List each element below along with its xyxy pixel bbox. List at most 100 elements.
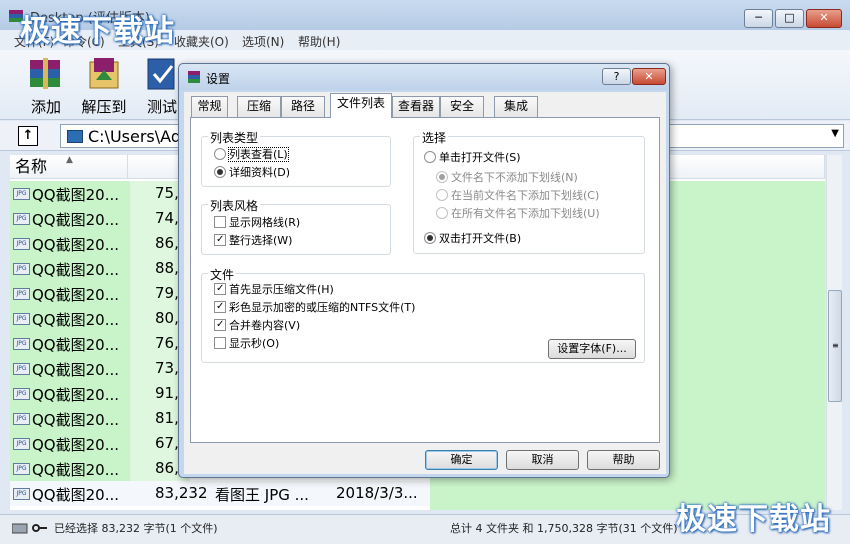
- add-button[interactable]: 添加: [16, 54, 76, 116]
- file-name: QQ截图20...: [32, 211, 120, 229]
- scrollbar-thumb[interactable]: ≡: [828, 290, 842, 402]
- table-row[interactable]: JPG QQ截图20... 83,232 看图王 JPG ... 2018/3/3...: [10, 481, 430, 506]
- extract-to-label: 解压到: [81, 98, 127, 116]
- set-font-button[interactable]: 设置字体(F)...: [548, 339, 636, 359]
- group-list-type-title: 列表类型: [208, 129, 261, 146]
- tab-paths[interactable]: 路径: [281, 96, 325, 117]
- up-folder-icon[interactable]: ↑: [18, 126, 38, 146]
- radio-underline-current-label: 在当前文件名下添加下划线(C): [451, 189, 600, 202]
- file-name: QQ截图20...: [32, 486, 120, 504]
- radio-indicator: [424, 151, 436, 163]
- sort-ascending-icon: ▲: [66, 155, 73, 165]
- menu-help[interactable]: 帮助(H): [298, 33, 340, 50]
- radio-indicator: [436, 207, 448, 219]
- radio-single-click[interactable]: 单击打开文件(S): [424, 151, 521, 167]
- minimize-button[interactable]: ─: [744, 9, 773, 28]
- radio-underline-current[interactable]: 在当前文件名下添加下划线(C): [436, 189, 599, 205]
- group-selection: 选择 单击打开文件(S) 文件名下不添加下划线(N) 在当前文件名下添加下划线(…: [413, 129, 645, 254]
- checkbox-indicator: [214, 337, 226, 349]
- radio-details[interactable]: 详细资料(D): [214, 166, 290, 182]
- tab-security[interactable]: 安全: [440, 96, 484, 117]
- jpg-file-icon: JPG: [13, 238, 30, 250]
- checkbox-indicator: [214, 319, 226, 331]
- cancel-button[interactable]: 取消: [506, 450, 579, 470]
- radio-no-underline-label: 文件名下不添加下划线(N): [451, 171, 578, 184]
- drive-key-icon: [12, 523, 47, 534]
- jpg-file-icon: JPG: [13, 313, 30, 325]
- radio-double-click[interactable]: 双击打开文件(B): [424, 232, 521, 248]
- dialog-close-button[interactable]: ✕: [632, 68, 666, 85]
- radio-indicator: [424, 232, 436, 244]
- checkbox-show-seconds-label: 显示秒(O): [229, 337, 280, 350]
- jpg-file-icon: JPG: [13, 438, 30, 450]
- checkbox-show-grid[interactable]: 显示网格线(R): [214, 216, 300, 232]
- file-name: QQ截图20...: [32, 361, 120, 379]
- tab-general[interactable]: 常规: [191, 96, 228, 117]
- checkbox-color-ntfs[interactable]: 彩色显示加密的或压缩的NTFS文件(T): [214, 301, 415, 317]
- radio-list-view[interactable]: 列表查看(L): [214, 147, 289, 164]
- vertical-scrollbar[interactable]: ≡: [826, 155, 842, 510]
- radio-indicator: [436, 189, 448, 201]
- checkbox-indicator: [214, 216, 226, 228]
- jpg-file-icon: JPG: [13, 213, 30, 225]
- file-name: QQ截图20...: [32, 336, 120, 354]
- jpg-file-icon: JPG: [13, 413, 30, 425]
- maximize-button[interactable]: □: [775, 9, 804, 28]
- file-size: 83,232: [155, 484, 208, 502]
- file-date: 2018/3/3...: [336, 484, 418, 502]
- tab-integration[interactable]: 集成: [494, 96, 538, 117]
- group-selection-title: 选择: [420, 129, 449, 146]
- path-text: C:\Users\Adı: [88, 127, 186, 146]
- file-name: QQ截图20...: [32, 186, 120, 204]
- menu-options[interactable]: 选项(N): [242, 33, 284, 50]
- menu-favorites[interactable]: 收藏夹(O): [174, 33, 229, 50]
- dialog-title: 设置: [206, 72, 231, 86]
- winrar-dialog-icon: [188, 71, 200, 83]
- ok-button[interactable]: 确定: [425, 450, 498, 470]
- radio-list-view-label: 列表查看(L): [228, 147, 289, 162]
- radio-underline-all-label: 在所有文件名下添加下划线(U): [451, 207, 600, 220]
- group-files-title: 文件: [208, 266, 237, 283]
- checkbox-merge-volumes-label: 合并卷内容(V): [229, 319, 301, 332]
- file-name: QQ截图20...: [32, 261, 120, 279]
- checkbox-archives-first[interactable]: 首先显示压缩文件(H): [214, 283, 334, 299]
- file-name: QQ截图20...: [32, 436, 120, 454]
- file-list-tab-panel: 列表类型 列表查看(L) 详细资料(D) 列表风格 显示网格线(R) 整行选择(…: [190, 117, 660, 443]
- checkbox-show-grid-label: 显示网格线(R): [229, 216, 301, 229]
- checkbox-full-row-label: 整行选择(W): [229, 234, 293, 247]
- add-label: 添加: [30, 98, 61, 116]
- jpg-file-icon: JPG: [13, 338, 30, 350]
- jpg-file-icon: JPG: [13, 263, 30, 275]
- tab-file-list[interactable]: 文件列表: [330, 93, 392, 118]
- chevron-down-icon[interactable]: ▼: [831, 128, 839, 139]
- column-name-label: 名称: [15, 157, 48, 176]
- extract-to-button[interactable]: 解压到: [74, 54, 134, 116]
- extract-folder-icon: [89, 58, 119, 89]
- jpg-file-icon: JPG: [13, 488, 30, 500]
- column-header-name[interactable]: 名称 ▲: [10, 155, 128, 179]
- drive-icon: [67, 130, 83, 143]
- checkbox-indicator: [214, 301, 226, 313]
- radio-underline-all[interactable]: 在所有文件名下添加下划线(U): [436, 207, 600, 223]
- checkbox-archives-first-label: 首先显示压缩文件(H): [229, 283, 334, 296]
- help-icon[interactable]: ?: [602, 68, 631, 85]
- dialog-titlebar: 设置 ? ✕: [179, 64, 669, 90]
- checkbox-full-row[interactable]: 整行选择(W): [214, 234, 292, 250]
- radio-no-underline[interactable]: 文件名下不添加下划线(N): [436, 171, 578, 187]
- radio-indicator: [436, 171, 448, 183]
- file-name: QQ截图20...: [32, 411, 120, 429]
- tab-compression[interactable]: 压缩: [237, 96, 281, 117]
- watermark-bottom: 极速下载站: [676, 502, 831, 537]
- file-name: QQ截图20...: [32, 236, 120, 254]
- help-button[interactable]: 帮助: [587, 450, 660, 470]
- radio-indicator: [214, 148, 226, 160]
- tab-viewer[interactable]: 查看器: [392, 96, 440, 117]
- file-name: QQ截图20...: [32, 286, 120, 304]
- checkbox-show-seconds[interactable]: 显示秒(O): [214, 337, 279, 353]
- close-button[interactable]: ✕: [806, 9, 842, 28]
- file-name: QQ截图20...: [32, 386, 120, 404]
- add-archive-icon: [30, 58, 60, 89]
- file-name: QQ截图20...: [32, 461, 120, 479]
- checkbox-merge-volumes[interactable]: 合并卷内容(V): [214, 319, 300, 335]
- radio-details-label: 详细资料(D): [229, 166, 291, 179]
